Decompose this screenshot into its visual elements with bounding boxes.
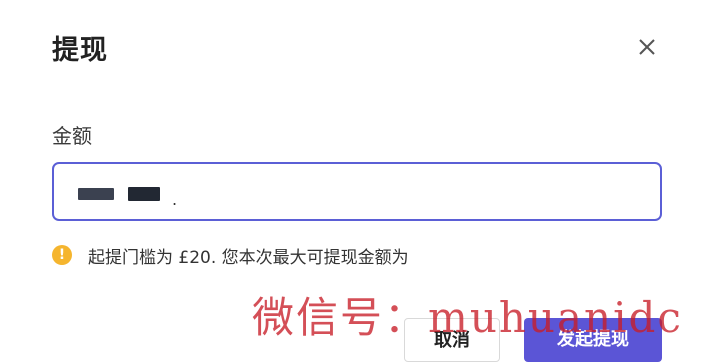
dialog-title: 提现 [52,35,108,66]
close-icon[interactable] [634,34,660,60]
redacted-value-block [128,187,160,201]
amount-value: . [172,190,178,209]
cancel-button[interactable]: 取消 [404,318,500,362]
hint-text: 起提门槛为 £20. 您本次最大可提现金额为 [88,247,409,268]
submit-withdraw-button[interactable]: 发起提现 [524,318,662,362]
withdraw-hint: ! 起提门槛为 £20. 您本次最大可提现金额为 [52,243,409,268]
amount-label: 金额 [52,124,92,148]
redacted-value-block [78,188,114,200]
exclamation-circle-icon: ! [52,245,72,265]
amount-input[interactable]: . [52,162,662,221]
